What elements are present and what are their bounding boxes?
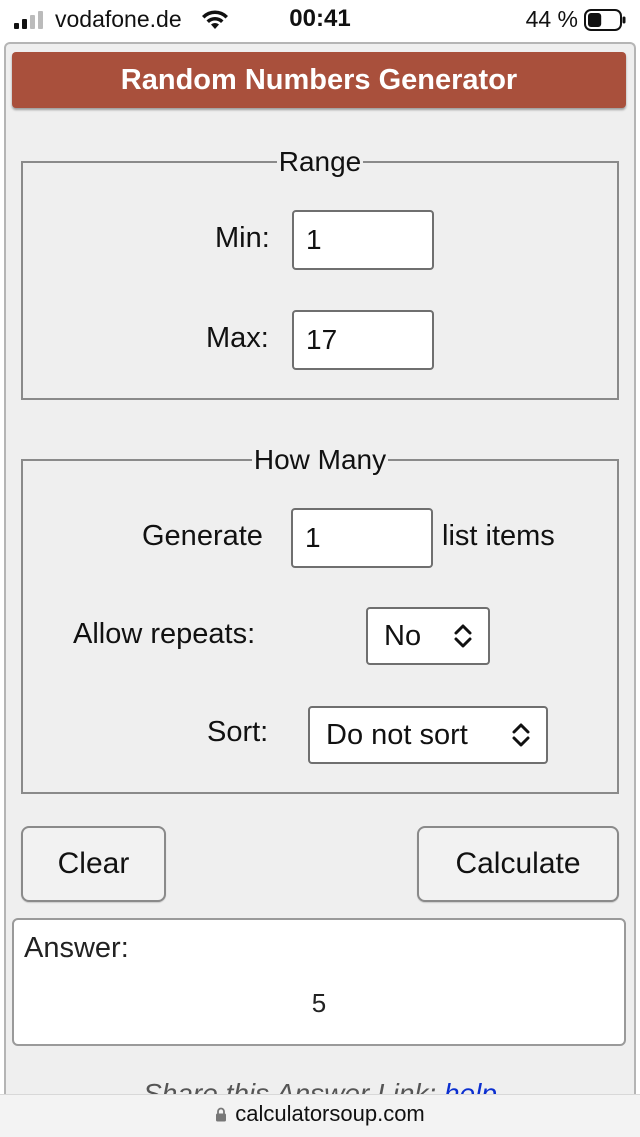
max-input[interactable]: 17 bbox=[292, 310, 434, 370]
how-many-legend: How Many bbox=[253, 444, 387, 475]
status-bar: vodafone.de 00:41 44 % bbox=[0, 0, 640, 40]
min-input[interactable]: 1 bbox=[292, 210, 434, 270]
min-label: Min: bbox=[215, 222, 270, 254]
lock-icon bbox=[216, 1107, 227, 1122]
share-answer-text: Share this Answer Link: bbox=[143, 1080, 444, 1094]
share-help-link[interactable]: help bbox=[444, 1080, 497, 1094]
clear-button[interactable]: Clear bbox=[21, 826, 166, 902]
calculate-button[interactable]: Calculate bbox=[417, 826, 619, 902]
browser-url-bar[interactable]: calculatorsoup.com bbox=[0, 1094, 640, 1137]
answer-value: 5 bbox=[311, 988, 327, 1018]
generate-label: Generate bbox=[142, 520, 263, 552]
sort-label: Sort: bbox=[207, 716, 269, 748]
max-label: Max: bbox=[206, 322, 269, 354]
battery-icon bbox=[584, 9, 626, 31]
range-legend: Range bbox=[278, 146, 362, 177]
allow-repeats-label: Allow repeats: bbox=[73, 618, 256, 650]
allow-repeats-value: No bbox=[384, 619, 422, 652]
sort-value: Do not sort bbox=[326, 718, 468, 751]
answer-box: Answer: 5 bbox=[12, 918, 626, 1046]
select-chevron-icon bbox=[512, 723, 530, 747]
list-items-label: list items bbox=[442, 520, 555, 552]
battery-percent: 44 % bbox=[525, 6, 578, 32]
share-answer-line: Share this Answer Link: help bbox=[0, 1080, 640, 1094]
select-chevron-icon bbox=[454, 624, 472, 648]
calculator-title: Random Numbers Generator bbox=[12, 52, 626, 108]
sort-select[interactable]: Do not sort bbox=[308, 706, 548, 764]
url-text: calculatorsoup.com bbox=[235, 1101, 425, 1126]
allow-repeats-select[interactable]: No bbox=[366, 607, 490, 665]
generate-count-input[interactable]: 1 bbox=[291, 508, 433, 568]
answer-label: Answer: bbox=[24, 932, 129, 964]
